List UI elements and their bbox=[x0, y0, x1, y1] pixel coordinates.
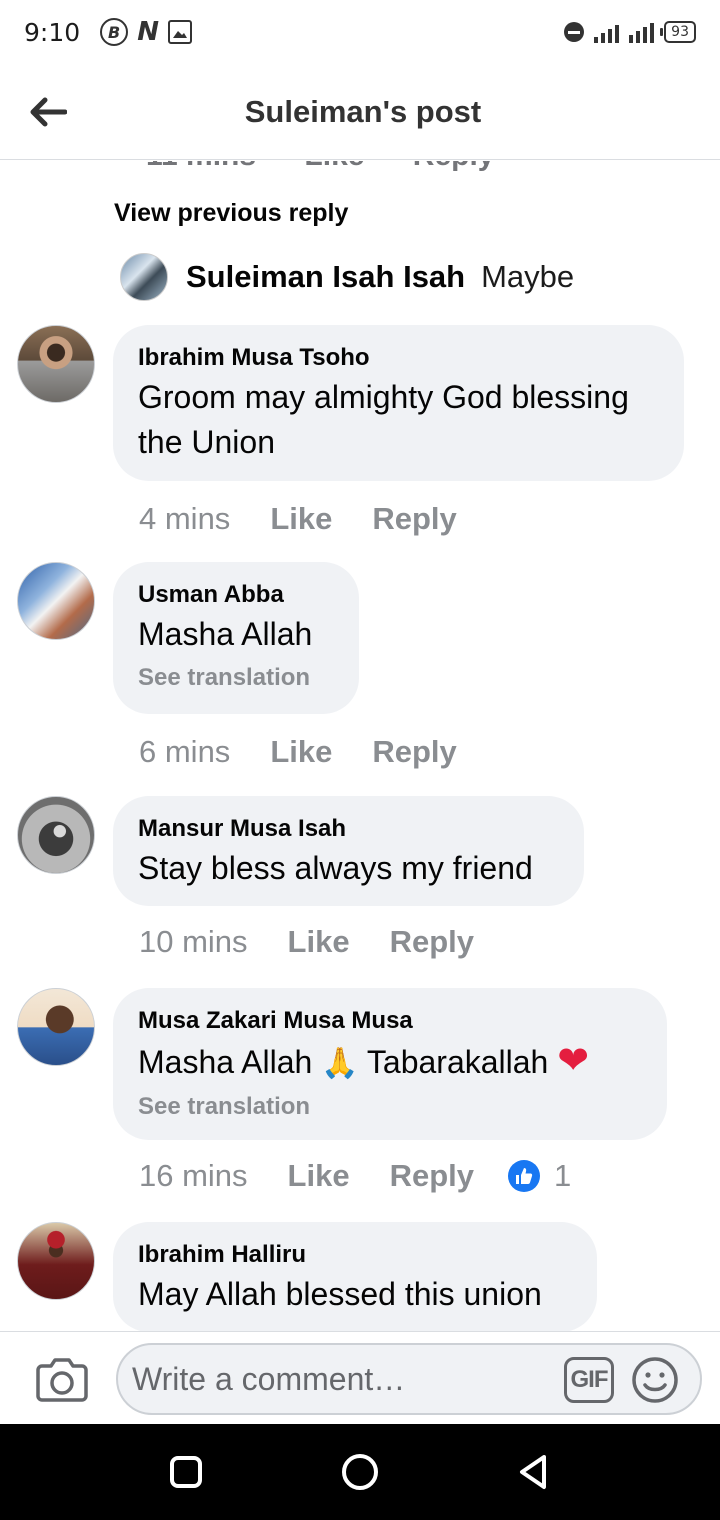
avatar[interactable] bbox=[17, 325, 95, 403]
comment-text: May Allah blessed this union bbox=[138, 1276, 542, 1312]
gallery-icon bbox=[168, 20, 193, 44]
system-navigation-bar bbox=[0, 1424, 720, 1520]
like-button[interactable]: Like bbox=[288, 924, 350, 960]
status-time: 9:10 bbox=[24, 17, 81, 47]
avatar[interactable] bbox=[17, 1222, 95, 1300]
clipped-comment-actions: 11 mins Like Reply bbox=[146, 161, 535, 173]
reply-button[interactable]: Reply bbox=[372, 734, 456, 770]
comment-author-name[interactable]: Ibrahim Musa Tsoho bbox=[138, 343, 658, 373]
comment-author-name[interactable]: Usman Abba bbox=[138, 580, 333, 610]
recents-icon bbox=[170, 1456, 202, 1488]
like-button[interactable]: Like bbox=[270, 501, 332, 537]
comment-time: 10 mins bbox=[139, 924, 248, 959]
back-arrow-icon bbox=[30, 97, 67, 127]
latest-reply[interactable]: Suleiman Isah Isah Maybe bbox=[120, 253, 574, 301]
comment-text: Stay bless always my friend bbox=[138, 850, 533, 886]
thumbs-up-icon bbox=[508, 1160, 540, 1192]
back-triangle-icon bbox=[520, 1455, 546, 1489]
see-translation-link[interactable]: See translation bbox=[138, 1092, 641, 1122]
reply-author-name[interactable]: Suleiman Isah Isah bbox=[186, 259, 465, 295]
do-not-disturb-icon bbox=[564, 22, 585, 42]
comment-input[interactable] bbox=[132, 1360, 552, 1398]
recents-button[interactable] bbox=[166, 1452, 206, 1492]
home-button[interactable] bbox=[340, 1452, 380, 1492]
emoji-button[interactable] bbox=[630, 1355, 680, 1405]
comment-time: 4 mins bbox=[139, 501, 231, 536]
reaction-count[interactable]: 1 bbox=[508, 1158, 571, 1194]
home-icon bbox=[342, 1454, 378, 1490]
comment-bubble[interactable]: Ibrahim Halliru May Allah blessed this u… bbox=[113, 1222, 597, 1331]
comment-author-name[interactable]: Ibrahim Halliru bbox=[138, 1240, 571, 1270]
notification-icons: B N bbox=[100, 17, 193, 47]
comment-actions: 10 mins Like Reply bbox=[139, 924, 514, 960]
comment-bubble[interactable]: Musa Zakari Musa Musa Masha Allah 🙏 Taba… bbox=[113, 988, 667, 1140]
comment-time: 16 mins bbox=[139, 1158, 248, 1193]
avatar[interactable] bbox=[17, 562, 95, 640]
reaction-count-value: 1 bbox=[554, 1158, 572, 1193]
page-header: Suleiman's post bbox=[0, 64, 720, 160]
view-previous-reply-link[interactable]: View previous reply bbox=[114, 199, 348, 228]
status-bar: 9:10 B N 93 bbox=[0, 0, 720, 64]
avatar[interactable] bbox=[17, 796, 95, 874]
see-translation-link[interactable]: See translation bbox=[138, 663, 333, 693]
gif-button[interactable]: GIF bbox=[564, 1357, 614, 1403]
comment-input-container[interactable]: GIF bbox=[116, 1343, 702, 1415]
comment-text: the Union bbox=[138, 424, 275, 460]
comment-time: 6 mins bbox=[139, 734, 231, 769]
back-nav-button[interactable] bbox=[514, 1452, 554, 1492]
signal-icon bbox=[594, 21, 620, 43]
red-heart-emoji: ❤ bbox=[557, 1038, 590, 1082]
like-button[interactable]: Like bbox=[270, 734, 332, 770]
b-app-icon: B bbox=[100, 18, 129, 46]
reply-button[interactable]: Reply bbox=[390, 1158, 474, 1194]
comment-bubble[interactable]: Ibrahim Musa Tsoho Groom may almighty Go… bbox=[113, 325, 684, 481]
comment-text: Masha Allah 🙏 Tabarakallah ❤ bbox=[138, 1038, 590, 1082]
camera-icon bbox=[36, 1358, 88, 1402]
comment-author-name[interactable]: Mansur Musa Isah bbox=[138, 814, 558, 844]
comment-actions: 6 mins Like Reply bbox=[139, 734, 497, 770]
reply-button[interactable]: Reply bbox=[372, 501, 456, 537]
comments-list[interactable]: 11 mins Like Reply View previous reply S… bbox=[0, 161, 720, 1331]
emoji-icon bbox=[632, 1357, 678, 1403]
comment-composer: GIF bbox=[0, 1331, 720, 1424]
comment-actions: 4 mins Like Reply bbox=[139, 501, 497, 537]
avatar[interactable] bbox=[120, 253, 168, 301]
reply-text: Maybe bbox=[481, 259, 575, 294]
reply-button[interactable]: Reply bbox=[390, 924, 474, 960]
system-status: 93 bbox=[564, 21, 696, 43]
comment-bubble[interactable]: Usman Abba Masha Allah See translation bbox=[113, 562, 359, 714]
back-button[interactable] bbox=[28, 92, 68, 132]
folded-hands-emoji: 🙏 bbox=[321, 1046, 359, 1081]
battery-icon: 93 bbox=[660, 21, 696, 43]
comment-bubble[interactable]: Mansur Musa Isah Stay bless always my fr… bbox=[113, 796, 584, 906]
signal-icon-2 bbox=[629, 21, 655, 43]
comment-author-name[interactable]: Musa Zakari Musa Musa bbox=[138, 1006, 641, 1036]
like-button[interactable]: Like bbox=[288, 1158, 350, 1194]
comment-text: Groom may almighty God blessing bbox=[138, 379, 629, 415]
n-app-icon: N bbox=[137, 17, 160, 47]
avatar[interactable] bbox=[17, 988, 95, 1066]
camera-button[interactable] bbox=[36, 1356, 88, 1402]
comment-actions: 16 mins Like Reply 1 bbox=[139, 1158, 571, 1194]
page-title: Suleiman's post bbox=[244, 93, 482, 129]
comment-text: Masha Allah bbox=[138, 616, 313, 652]
